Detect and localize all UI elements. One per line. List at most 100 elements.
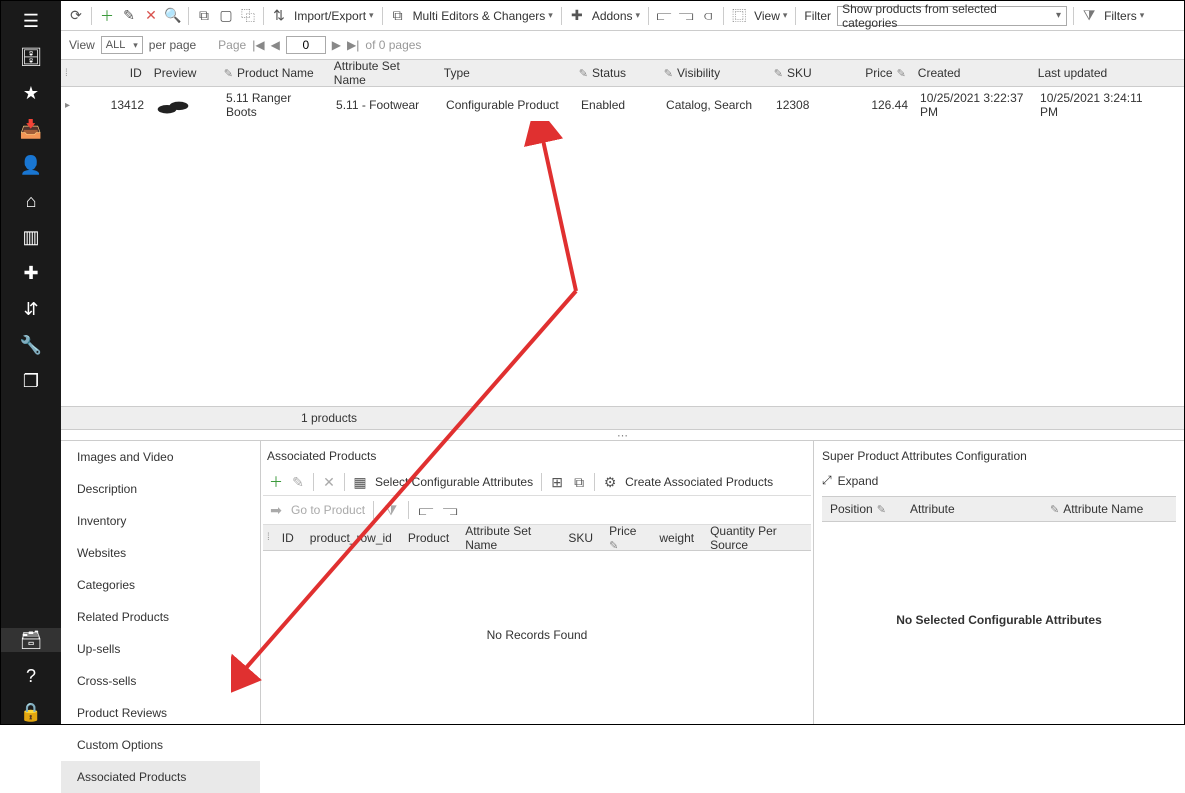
cell-updated: 10/25/2021 3:24:11 PM — [1040, 91, 1156, 119]
view-label: View — [69, 38, 95, 52]
copy-icon[interactable]: ❐ — [19, 369, 43, 393]
tab-websites[interactable]: Websites — [61, 537, 260, 569]
align-right-icon[interactable]: ⫎ — [677, 6, 695, 26]
col-attribute-set[interactable]: Attribute Set Name — [334, 59, 432, 87]
addons-label: Addons — [592, 9, 633, 23]
sort-icon[interactable]: ⇵ — [19, 297, 43, 321]
lock-icon[interactable]: 🔒 — [19, 700, 43, 724]
add-variant-icon[interactable]: ⊞ — [548, 472, 566, 492]
col-visibility[interactable]: Visibility — [677, 66, 720, 80]
assoc-col-attr-set[interactable]: Attribute Set Name — [457, 524, 560, 552]
tab-inventory[interactable]: Inventory — [61, 505, 260, 537]
bottom-panel: Images and Video Description Inventory W… — [61, 440, 1184, 724]
pencil-icon: ✎ — [579, 67, 588, 80]
assoc-col-id[interactable]: ID — [274, 531, 302, 545]
paste-tb-icon[interactable]: ▢ — [217, 6, 235, 26]
add-icon[interactable]: ＋ — [98, 6, 116, 26]
assoc-col-weight[interactable]: weight — [651, 531, 702, 545]
resize-left-icon[interactable]: ⫍ — [417, 500, 435, 520]
assoc-col-sku[interactable]: SKU — [560, 531, 601, 545]
col-status[interactable]: Status — [592, 66, 626, 80]
wrench-icon[interactable]: 🔧 — [19, 333, 43, 357]
assoc-col-product[interactable]: Product — [400, 531, 457, 545]
resize-right-icon[interactable]: ⫎ — [441, 500, 459, 520]
tab-custom-options[interactable]: Custom Options — [61, 729, 260, 761]
home-icon[interactable]: ⌂ — [19, 189, 43, 213]
tab-up-sells[interactable]: Up-sells — [61, 633, 260, 665]
view-label: View — [754, 9, 780, 23]
add-multi-variant-icon[interactable]: ⧉ — [570, 472, 588, 492]
cell-product-name: 5.11 Ranger Boots — [226, 91, 324, 119]
view-menu[interactable]: View ▾ — [752, 9, 789, 23]
box-icon[interactable]: 🗃 — [1, 628, 61, 652]
tab-related-products[interactable]: Related Products — [61, 601, 260, 633]
tab-description[interactable]: Description — [61, 473, 260, 505]
cell-price: 126.44 — [871, 98, 908, 112]
page-last-icon[interactable]: ▶| — [347, 38, 359, 52]
menu-icon[interactable]: ☰ — [19, 9, 43, 33]
align-center-icon[interactable]: ⫏ — [699, 6, 717, 26]
search-icon[interactable]: 🔍 — [164, 6, 182, 26]
super-col-attribute[interactable]: Attribute — [910, 502, 955, 516]
tab-images-video[interactable]: Images and Video — [61, 441, 260, 473]
addons-menu[interactable]: Addons ▾ — [590, 9, 642, 23]
col-product-name[interactable]: Product Name — [237, 66, 314, 80]
grid-options-icon[interactable]: ▦ — [351, 472, 369, 492]
col-price[interactable]: Price — [865, 66, 892, 80]
table-row[interactable]: ▸ 13412 5.11 Ranger Boots 5.11 - Footwea… — [61, 87, 1184, 123]
chart-icon[interactable]: ▥ — [19, 225, 43, 249]
view-all-select[interactable]: ALL — [101, 36, 143, 54]
import-export-menu[interactable]: Import/Export ▾ — [292, 9, 376, 23]
tab-product-reviews[interactable]: Product Reviews — [61, 697, 260, 729]
user-icon[interactable]: 👤 — [19, 153, 43, 177]
caret-icon: ▾ — [369, 10, 374, 21]
create-assoc-products-button[interactable]: Create Associated Products — [623, 475, 775, 489]
col-preview[interactable]: Preview — [154, 66, 197, 80]
col-created[interactable]: Created — [918, 66, 961, 80]
align-left-icon[interactable]: ⫍ — [655, 6, 673, 26]
page-next-icon[interactable]: ▶ — [332, 38, 341, 52]
go-to-arrow-icon: ➡ — [267, 500, 285, 520]
expand-row-icon[interactable]: ▸ — [61, 100, 74, 111]
tab-categories[interactable]: Categories — [61, 569, 260, 601]
tab-associated-products[interactable]: Associated Products — [61, 761, 260, 793]
inbox-icon[interactable]: 📥 — [19, 117, 43, 141]
assoc-col-price[interactable]: Price ✎ — [601, 524, 651, 552]
filter-select[interactable]: Show products from selected categories — [837, 6, 1067, 26]
copy-tb-icon[interactable]: ⧉ — [195, 6, 213, 26]
go-to-product-button: Go to Product — [291, 503, 365, 517]
puzzle-icon[interactable]: ✚ — [19, 261, 43, 285]
star-icon[interactable]: ★ — [19, 81, 43, 105]
assoc-col-qty[interactable]: Quantity Per Source — [702, 524, 811, 552]
pencil-icon: ✎ — [897, 67, 906, 80]
page-prev-icon[interactable]: ◀ — [271, 38, 280, 52]
clone-tb-icon[interactable]: ⿻ — [239, 6, 257, 26]
pencil-icon: ✎ — [664, 67, 673, 80]
filters-menu[interactable]: Filters ▾ — [1102, 9, 1146, 23]
archive-icon[interactable]: 🗄 — [19, 45, 43, 69]
view-value: ALL — [106, 39, 126, 51]
delete-icon[interactable]: ✕ — [142, 6, 160, 26]
select-config-attrs-button[interactable]: Select Configurable Attributes — [373, 475, 535, 489]
transfer-icon[interactable]: ⇅ — [270, 6, 288, 26]
page-first-icon[interactable]: |◀ — [252, 38, 264, 52]
col-updated[interactable]: Last updated — [1038, 66, 1107, 80]
page-input[interactable] — [286, 36, 326, 54]
help-icon[interactable]: ? — [19, 664, 43, 688]
tab-cross-sells[interactable]: Cross-sells — [61, 665, 260, 697]
multi-editors-label: Multi Editors & Changers — [413, 9, 546, 23]
col-type[interactable]: Type — [444, 66, 470, 80]
col-sku[interactable]: SKU — [787, 66, 812, 80]
col-id[interactable]: ID — [130, 66, 142, 80]
splitter-handle[interactable]: ⋯ — [61, 430, 1184, 440]
multi-editors-menu[interactable]: Multi Editors & Changers ▾ — [411, 9, 555, 23]
super-col-attr-name[interactable]: Attribute Name — [1063, 502, 1143, 516]
generate-icon[interactable]: ⚙ — [601, 472, 619, 492]
refresh-icon[interactable]: ⟳ — [67, 6, 85, 26]
expand-button[interactable]: ⤢ Expand — [822, 469, 1176, 496]
edit-icon[interactable]: ✎ — [120, 6, 138, 26]
assoc-add-icon[interactable]: ＋ — [267, 472, 285, 492]
super-col-position[interactable]: Position — [830, 502, 873, 516]
assoc-col-rowid[interactable]: product_row_id — [302, 531, 400, 545]
pencil-icon: ✎ — [877, 503, 886, 516]
